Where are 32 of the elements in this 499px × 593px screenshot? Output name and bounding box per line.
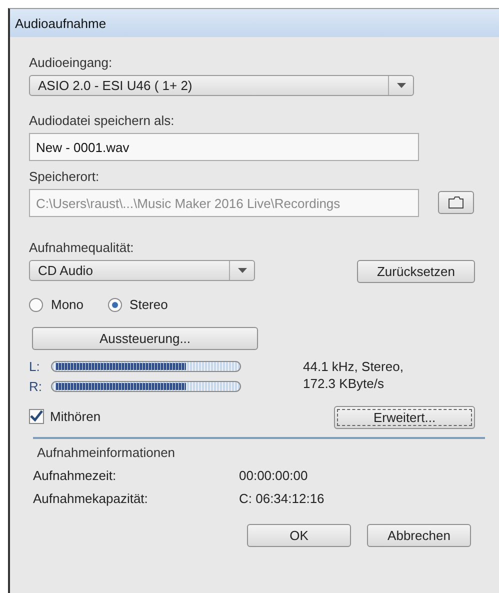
info-value: C: 06:34:12:16 <box>239 491 324 506</box>
checkbox-label: Mithören <box>50 409 101 424</box>
input-dropdown[interactable]: ASIO 2.0 - ESI U46 ( 1+ 2) <box>29 75 414 96</box>
info-value: 00:00:00:00 <box>239 468 308 483</box>
field-label: Audioeingang: <box>29 55 114 70</box>
radio-option[interactable]: Stereo <box>108 297 168 312</box>
dropdown-value: CD Audio <box>38 263 93 278</box>
dropdown-value: ASIO 2.0 - ESI U46 ( 1+ 2) <box>38 78 192 93</box>
window-title: Audioaufnahme <box>15 16 106 30</box>
browse-button[interactable] <box>438 191 474 214</box>
monitor-checkbox[interactable]: Mithören <box>29 409 101 424</box>
format-info: 172.3 KByte/s <box>303 376 385 391</box>
meter-label: L: <box>29 359 41 374</box>
info-label: Aufnahmezeit: <box>33 468 118 483</box>
dialog-button[interactable]: OK <box>247 524 351 547</box>
reset-button[interactable]: Zurücksetzen <box>357 260 475 283</box>
level-button[interactable]: Aussteuerung... <box>32 327 258 350</box>
dialog-button[interactable]: Abbrechen <box>367 524 471 547</box>
section-title: Aufnahmeinformationen <box>37 445 176 460</box>
field-label: Aufnahmequalität: <box>29 240 135 255</box>
filename-field[interactable]: New - 0001.wav <box>29 133 419 161</box>
meter-label: R: <box>29 379 43 394</box>
folder-icon <box>448 196 464 209</box>
quality-dropdown[interactable]: CD Audio <box>29 260 255 281</box>
info-label: Aufnahmekapazität: <box>33 491 149 506</box>
field-label: Speicherort: <box>29 169 100 184</box>
radio-label: Stereo <box>130 297 168 312</box>
radio-label: Mono <box>51 297 84 312</box>
field-label: Audiodatei speichern als: <box>29 113 176 128</box>
radio-option[interactable]: Mono <box>29 297 84 312</box>
advanced-button[interactable]: Erweitert... <box>334 406 475 429</box>
format-info: 44.1 kHz, Stereo, <box>303 359 404 374</box>
